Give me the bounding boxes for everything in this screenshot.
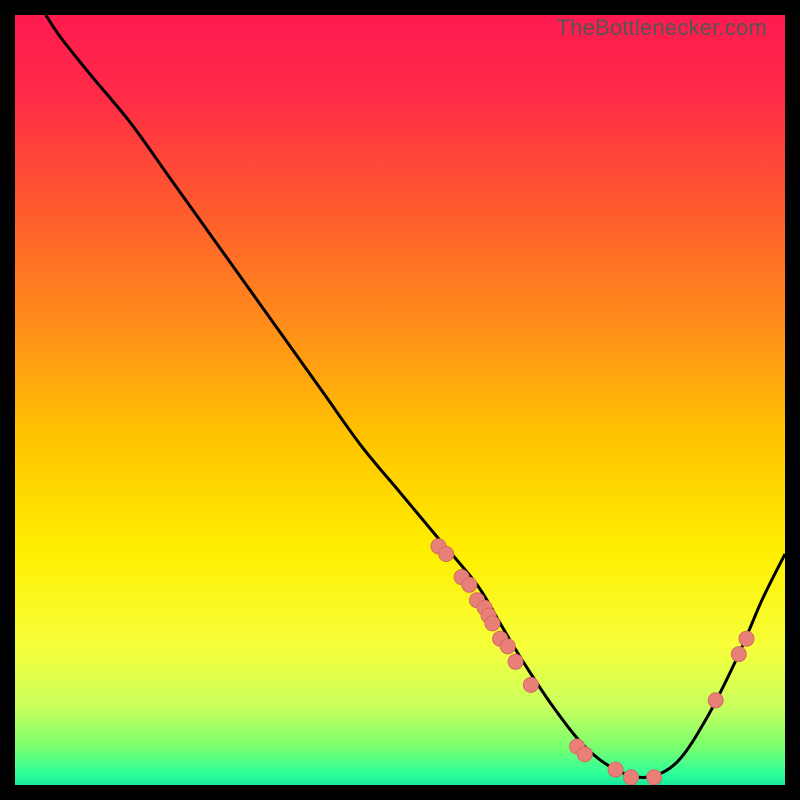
data-point	[608, 762, 623, 777]
data-point	[523, 677, 538, 692]
data-point	[577, 747, 592, 762]
data-point	[439, 547, 454, 562]
data-point	[500, 639, 515, 654]
data-point	[647, 770, 662, 785]
data-point	[731, 647, 746, 662]
chart-svg	[15, 15, 785, 785]
data-point	[624, 770, 639, 785]
data-point	[708, 693, 723, 708]
data-point	[739, 631, 754, 646]
data-point	[485, 616, 500, 631]
gradient-bg	[15, 15, 785, 785]
watermark-text: TheBottlenecker.com	[557, 15, 767, 41]
data-point	[508, 654, 523, 669]
chart-frame: TheBottlenecker.com	[15, 15, 785, 785]
data-point	[462, 577, 477, 592]
